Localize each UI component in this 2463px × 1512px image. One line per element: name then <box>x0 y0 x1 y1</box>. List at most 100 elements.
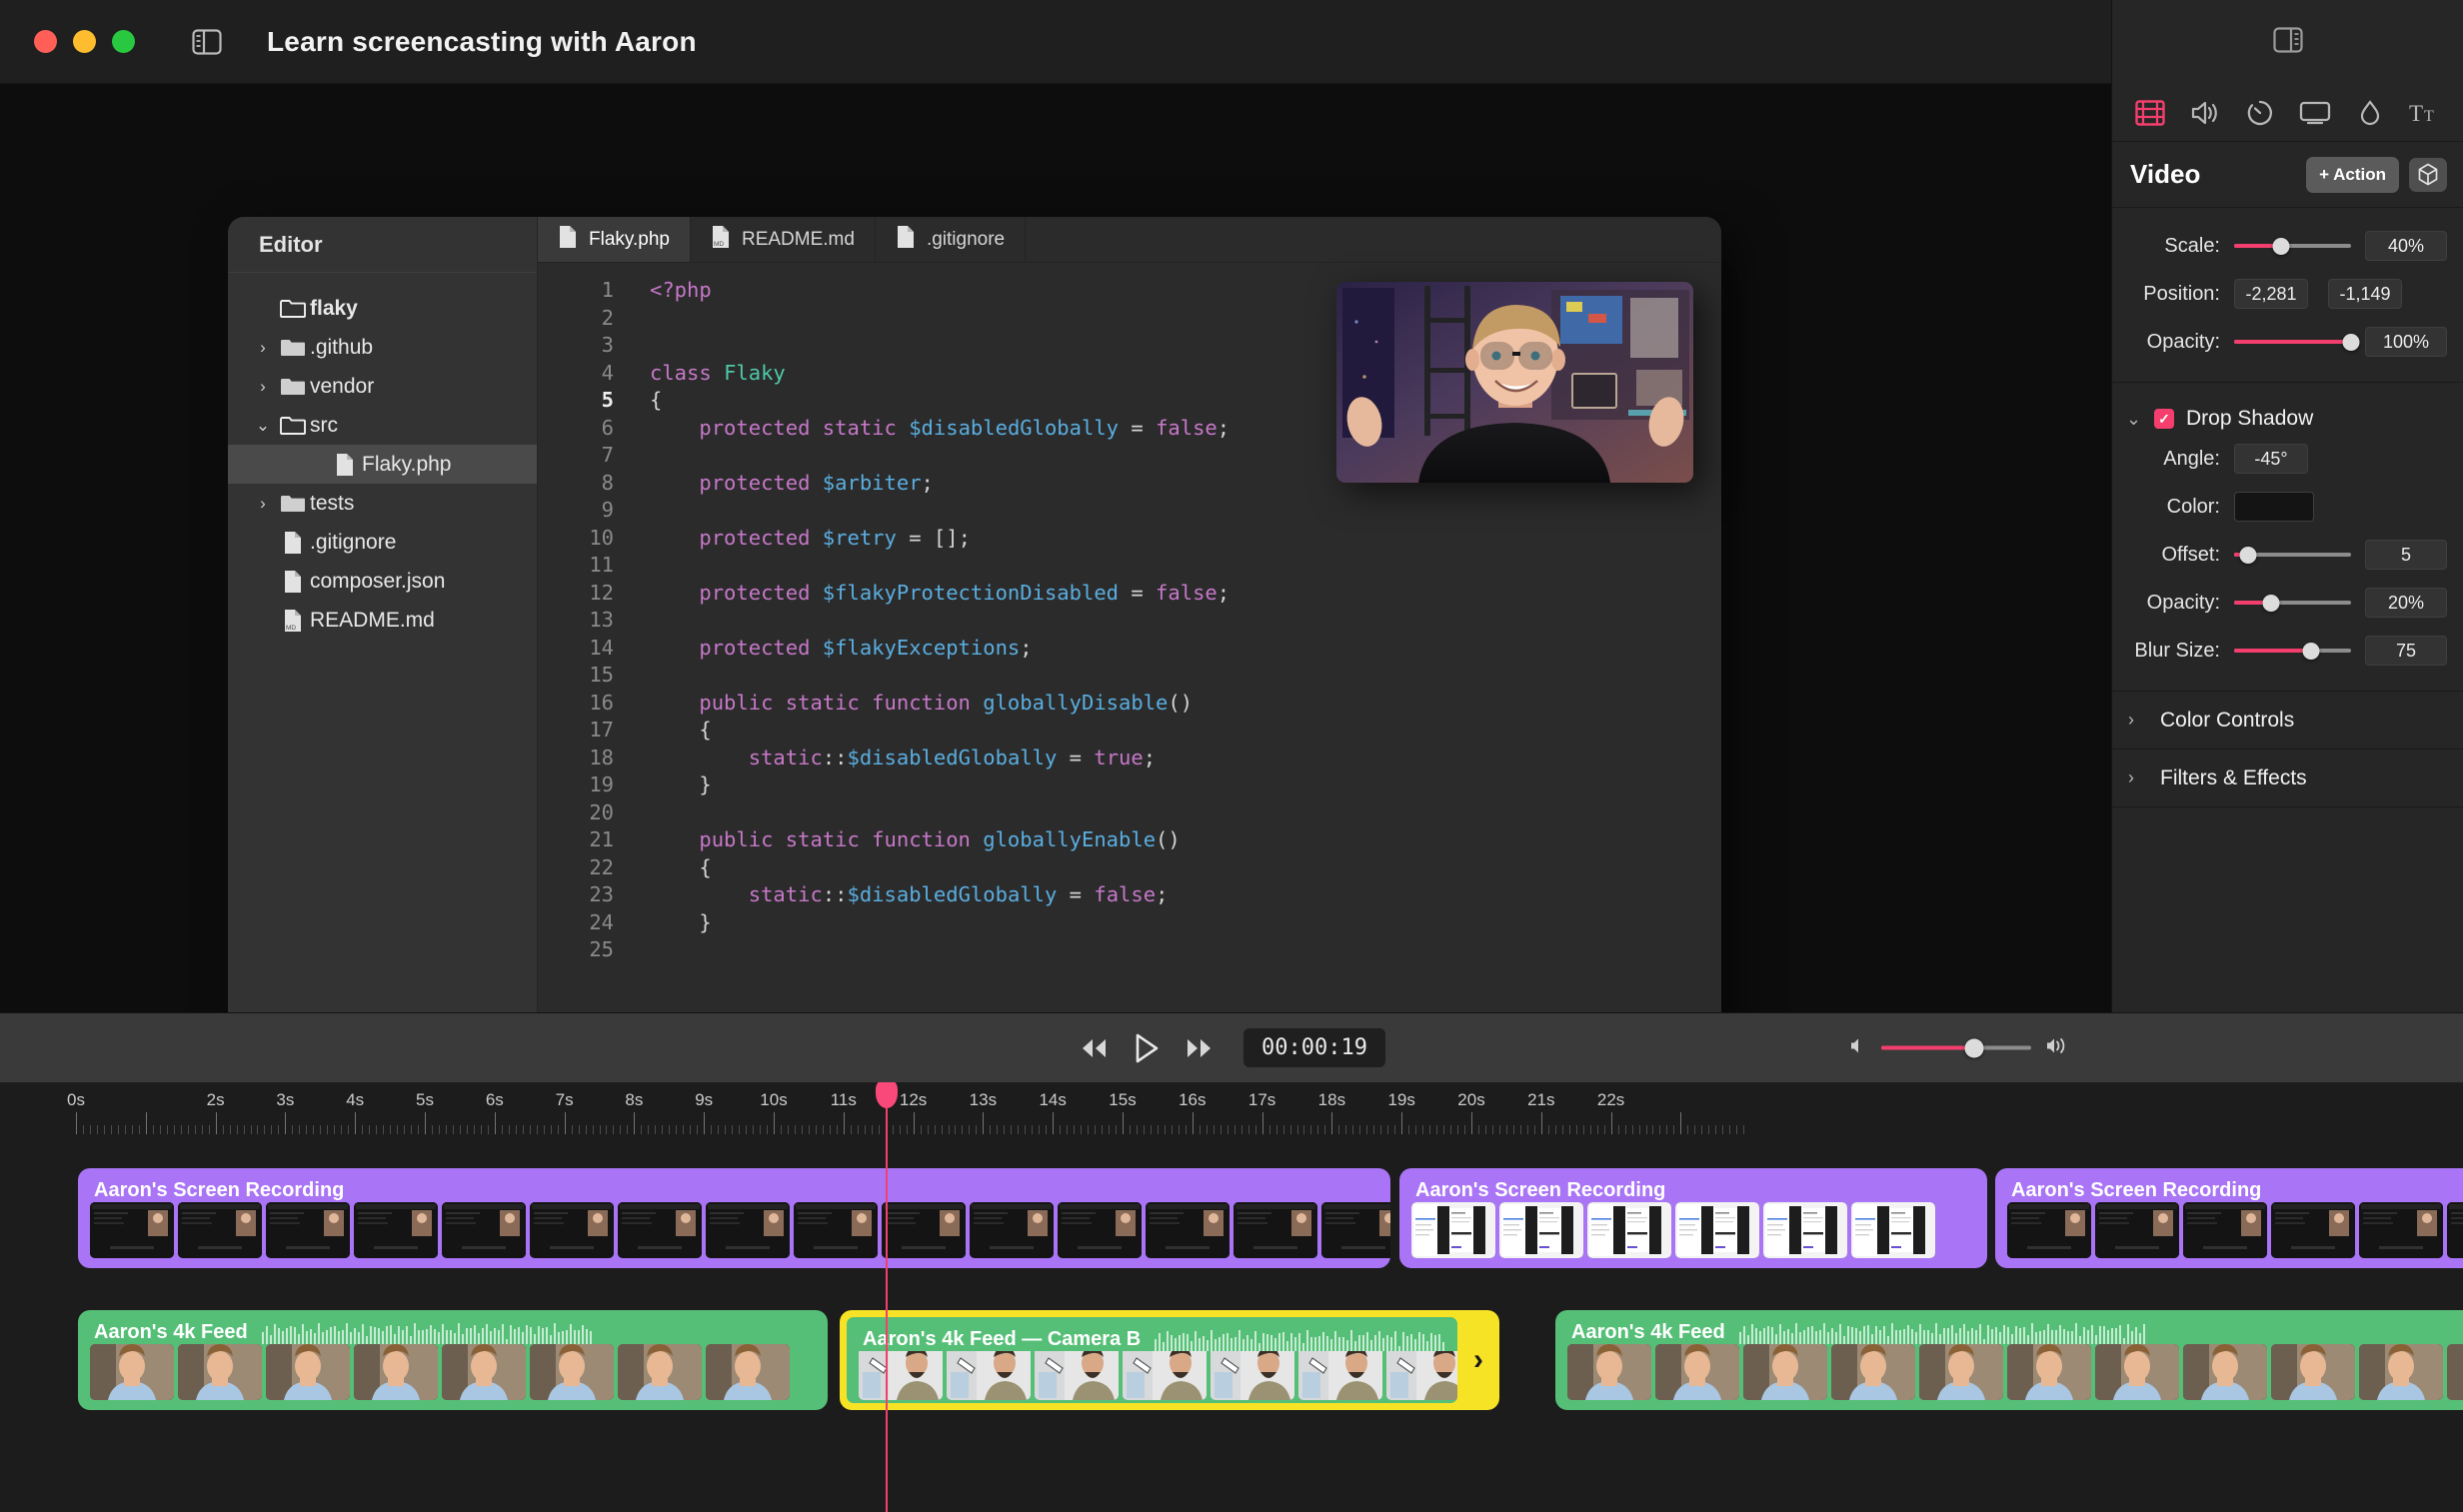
chevron-down-icon[interactable]: ⌄ <box>250 417 276 434</box>
close-button[interactable] <box>34 30 57 53</box>
file-tree-item[interactable]: composer.json <box>228 562 537 601</box>
text-size-icon[interactable]: TT <box>2405 93 2445 133</box>
file-tree-item[interactable]: flaky <box>228 289 537 328</box>
volume-high-icon[interactable] <box>2045 1035 2069 1060</box>
fast-forward-icon[interactable] <box>1182 1031 1216 1065</box>
shadow-color-swatch[interactable] <box>2234 492 2314 522</box>
code-line: 20 <box>538 799 1721 827</box>
chevron-right-icon[interactable]: › <box>250 378 276 395</box>
timeline[interactable]: 0s 2s 3s 4s 5s 6s 7s 8s 9s 10s 11s 12s 13s 14s 15s 16s 1… <box>0 1082 2463 1512</box>
ruler-tick <box>1596 1125 1598 1134</box>
chevron-right-icon[interactable]: › <box>1457 1310 1499 1410</box>
chevron-down-icon[interactable]: ⌄ <box>2126 409 2142 430</box>
position-y-field[interactable]: -1,149 <box>2328 279 2402 309</box>
editor-tab[interactable]: MD README.md <box>691 217 876 262</box>
editor-tab[interactable]: Flaky.php <box>538 217 691 262</box>
ruler-tick <box>508 1125 510 1134</box>
opacity-value[interactable]: 100% <box>2365 327 2447 357</box>
timeline-clip[interactable]: Aaron's 4k Feed — Camera B › <box>840 1310 1499 1410</box>
ruler-tick <box>1575 1125 1577 1134</box>
play-icon[interactable] <box>1130 1031 1164 1065</box>
opacity-slider[interactable] <box>2234 332 2360 352</box>
position-x-field[interactable]: -2,281 <box>2234 279 2308 309</box>
preview-canvas[interactable]: Editor flaky › .github › vendor ⌄ src Flaky.php… <box>0 84 2111 1012</box>
scale-slider[interactable] <box>2234 236 2351 256</box>
ruler-tick <box>1708 1125 1710 1134</box>
timeline-track-camera[interactable]: Aaron's 4k Feed Aaron's 4k Feed — Camera … <box>0 1310 2463 1410</box>
ruler-tick <box>676 1125 678 1134</box>
rewind-icon[interactable] <box>1078 1031 1112 1065</box>
ruler-tick <box>1039 1125 1041 1134</box>
clip-thumbnail <box>706 1202 790 1258</box>
file-tree-item[interactable]: .gitignore <box>228 523 537 562</box>
timeline-clip[interactable]: Aaron's 4k Feed <box>1555 1310 2463 1410</box>
shadow-opacity-value[interactable]: 20% <box>2365 588 2447 618</box>
line-number: 25 <box>589 937 614 961</box>
chevron-right-icon[interactable]: › <box>250 495 276 512</box>
transform-section: Scale: 40% Position: -2,281 -1,149 Opaci… <box>2112 208 2463 383</box>
droplet-icon[interactable] <box>2350 93 2390 133</box>
playhead[interactable] <box>875 1082 898 1512</box>
chevron-right-icon[interactable]: › <box>250 339 276 356</box>
file-tree-item[interactable]: › tests <box>228 484 537 523</box>
line-number: 11 <box>589 553 614 577</box>
chevron-right-icon[interactable]: › <box>2128 767 2144 788</box>
file-tree-item[interactable]: Flaky.php <box>228 445 537 484</box>
drop-shadow-header[interactable]: ⌄ ✓ Drop Shadow <box>2112 397 2463 435</box>
volume-slider[interactable] <box>1881 1038 2031 1057</box>
ruler-tick <box>1401 1112 1403 1134</box>
minimize-button[interactable] <box>73 30 96 53</box>
ruler-tick <box>306 1125 308 1134</box>
clip-thumbnail <box>1587 1202 1671 1258</box>
chevron-right-icon[interactable]: › <box>2128 710 2144 731</box>
ruler-tick <box>1505 1125 1507 1134</box>
stopwatch-icon[interactable] <box>2240 93 2280 133</box>
ruler-tick <box>1088 1125 1090 1134</box>
ruler-tick <box>522 1125 524 1134</box>
timecode-display[interactable]: 00:00:19 <box>1243 1028 1385 1067</box>
timeline-track-video[interactable]: Aaron's Screen Recording Aaron's Screen R… <box>0 1168 2463 1268</box>
timeline-ruler[interactable]: 0s 2s 3s 4s 5s 6s 7s 8s 9s 10s 11s 12s 13s 14s 15s 16s 1… <box>0 1082 2463 1134</box>
timeline-clip[interactable]: Aaron's Screen Recording <box>1995 1168 2463 1268</box>
clip-title: Aaron's Screen Recording <box>1415 1179 1666 1201</box>
ruler-tick <box>704 1112 706 1134</box>
drop-shadow-checkbox[interactable]: ✓ <box>2154 409 2174 429</box>
ruler-tick <box>976 1125 978 1134</box>
speaker-icon[interactable] <box>2185 93 2225 133</box>
file-tree-item[interactable]: MD README.md <box>228 601 537 640</box>
file-tree-item[interactable]: ⌄ src <box>228 406 537 445</box>
timeline-clip[interactable]: Aaron's 4k Feed <box>78 1310 828 1410</box>
timeline-clip[interactable]: Aaron's Screen Recording <box>1399 1168 1987 1268</box>
blur-size-slider[interactable] <box>2234 641 2351 661</box>
camera-pip-layer[interactable] <box>1336 282 1693 483</box>
shadow-opacity-slider[interactable] <box>2234 593 2351 613</box>
ruler-tick <box>1109 1125 1111 1134</box>
offset-value[interactable]: 5 <box>2365 540 2447 570</box>
volume-low-icon[interactable] <box>1849 1036 1867 1059</box>
film-icon[interactable] <box>2130 93 2170 133</box>
clip-thumbnail <box>354 1344 438 1400</box>
timeline-clip[interactable]: Aaron's Screen Recording <box>78 1168 1390 1268</box>
sidebar-left-icon[interactable] <box>189 27 225 57</box>
color-controls-section[interactable]: › Color Controls <box>2112 692 2463 750</box>
zoom-button[interactable] <box>112 30 135 53</box>
add-action-button[interactable]: + Action <box>2306 156 2399 193</box>
ruler-label: 19s <box>1387 1090 1415 1109</box>
offset-slider[interactable] <box>2234 545 2351 565</box>
display-icon[interactable] <box>2295 93 2335 133</box>
cube-icon[interactable] <box>2409 157 2447 192</box>
scale-row: Scale: 40% <box>2112 222 2463 270</box>
angle-field[interactable]: -45° <box>2234 444 2308 474</box>
editor-tab[interactable]: .gitignore <box>876 217 1027 262</box>
file-tree-item[interactable]: › .github <box>228 328 537 367</box>
file-tree-item[interactable]: › vendor <box>228 367 537 406</box>
ruler-tick <box>383 1125 385 1134</box>
line-number: 17 <box>589 718 614 742</box>
ruler-tick <box>864 1125 866 1134</box>
filters-effects-section[interactable]: › Filters & Effects <box>2112 750 2463 807</box>
ruler-tick <box>180 1125 182 1134</box>
sidebar-right-icon[interactable] <box>2272 26 2303 58</box>
scale-value[interactable]: 40% <box>2365 231 2447 261</box>
blur-size-value[interactable]: 75 <box>2365 636 2447 666</box>
editor-tab-label: .gitignore <box>926 228 1006 250</box>
